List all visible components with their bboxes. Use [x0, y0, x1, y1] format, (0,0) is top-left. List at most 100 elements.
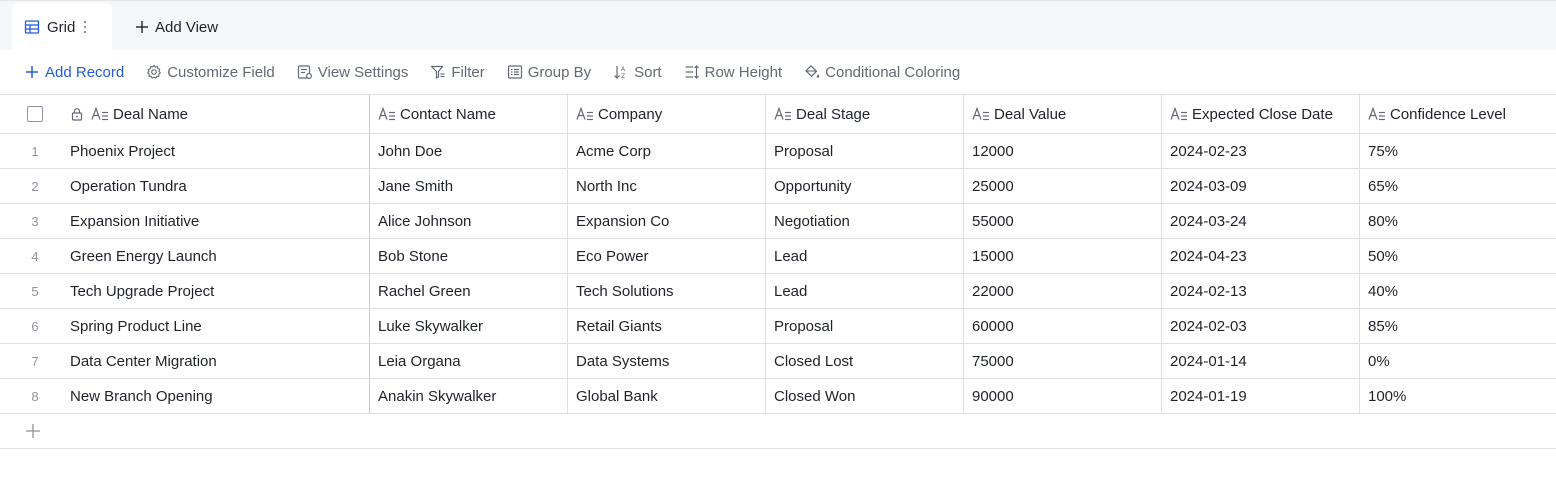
text-field-icon	[91, 106, 109, 122]
column-header-contact-name[interactable]: Contact Name	[370, 95, 568, 133]
column-header-label: Confidence Level	[1390, 105, 1506, 123]
cell-deal-value[interactable]: 15000	[964, 239, 1162, 273]
cell-expected-close-date[interactable]: 2024-04-23	[1162, 239, 1360, 273]
text-field-icon	[774, 106, 792, 122]
table-row[interactable]: 5 Tech Upgrade Project Rachel Green Tech So…	[0, 274, 1556, 309]
cell-deal-value[interactable]: 12000	[964, 134, 1162, 168]
cell-deal-stage[interactable]: Lead	[766, 239, 964, 273]
filter-label: Filter	[451, 63, 485, 81]
cell-contact-name[interactable]: Bob Stone	[370, 239, 568, 273]
cell-deal-value[interactable]: 75000	[964, 344, 1162, 378]
cell-contact-name[interactable]: Anakin Skywalker	[370, 379, 568, 413]
cell-deal-value[interactable]: 90000	[964, 379, 1162, 413]
cell-deal-stage[interactable]: Negotiation	[766, 204, 964, 238]
cell-company[interactable]: North Inc	[568, 169, 766, 203]
column-header-label: Contact Name	[400, 105, 496, 123]
cell-deal-value[interactable]: 60000	[964, 309, 1162, 343]
table-row[interactable]: 4 Green Energy Launch Bob Stone Eco Power Le…	[0, 239, 1556, 274]
table-row[interactable]: 7 Data Center Migration Leia Organa Data Sy…	[0, 344, 1556, 379]
table-row[interactable]: 3 Expansion Initiative Alice Johnson Expans…	[0, 204, 1556, 239]
cell-deal-value[interactable]: 22000	[964, 274, 1162, 308]
cell-deal-value[interactable]: 55000	[964, 204, 1162, 238]
table-row[interactable]: 2 Operation Tundra Jane Smith North Inc Oppo…	[0, 169, 1556, 204]
cell-expected-close-date[interactable]: 2024-03-24	[1162, 204, 1360, 238]
column-header-deal-stage[interactable]: Deal Stage	[766, 95, 964, 133]
plus-icon	[24, 64, 40, 80]
view-tab-grid[interactable]: Grid	[12, 3, 112, 51]
group-by-button[interactable]: Group By	[507, 58, 591, 86]
cell-confidence-level[interactable]: 80%	[1360, 204, 1556, 238]
cell-deal-stage[interactable]: Closed Won	[766, 379, 964, 413]
select-all-cell	[0, 95, 70, 133]
cell-deal-name[interactable]: Phoenix Project	[70, 134, 370, 168]
cell-deal-stage[interactable]: Proposal	[766, 309, 964, 343]
filter-icon	[430, 64, 446, 80]
cell-company[interactable]: Tech Solutions	[568, 274, 766, 308]
row-index: 8	[31, 388, 39, 404]
cell-contact-name[interactable]: Alice Johnson	[370, 204, 568, 238]
conditional-coloring-button[interactable]: Conditional Coloring	[804, 58, 960, 86]
column-header-expected-close-date[interactable]: Expected Close Date	[1162, 95, 1360, 133]
cell-contact-name[interactable]: Luke Skywalker	[370, 309, 568, 343]
cell-deal-stage[interactable]: Opportunity	[766, 169, 964, 203]
filter-button[interactable]: Filter	[430, 58, 485, 86]
cell-deal-name[interactable]: New Branch Opening	[70, 379, 370, 413]
cell-confidence-level[interactable]: 50%	[1360, 239, 1556, 273]
table-row[interactable]: 8 New Branch Opening Anakin Skywalker Globa…	[0, 379, 1556, 414]
select-all-checkbox[interactable]	[27, 106, 43, 122]
column-header-label: Company	[598, 105, 663, 123]
column-header-company[interactable]: Company	[568, 95, 766, 133]
column-header-deal-value[interactable]: Deal Value	[964, 95, 1162, 133]
column-header-confidence-level[interactable]: Confidence Level	[1360, 95, 1556, 133]
cell-deal-name[interactable]: Tech Upgrade Project	[70, 274, 370, 308]
cell-company[interactable]: Retail Giants	[568, 309, 766, 343]
sort-button[interactable]: AZ Sort	[613, 58, 662, 86]
table-row[interactable]: 1 Phoenix Project John Doe Acme Corp Proposa…	[0, 134, 1556, 169]
toolbar: Add Record Customize Field View Settings…	[0, 50, 1556, 94]
cell-expected-close-date[interactable]: 2024-02-13	[1162, 274, 1360, 308]
cell-confidence-level[interactable]: 75%	[1360, 134, 1556, 168]
cell-company[interactable]: Global Bank	[568, 379, 766, 413]
row-height-button[interactable]: Row Height	[684, 58, 782, 86]
add-record-button[interactable]: Add Record	[24, 58, 124, 86]
column-header-deal-name[interactable]: Deal Name	[70, 95, 370, 133]
cell-contact-name[interactable]: Jane Smith	[370, 169, 568, 203]
add-view-button[interactable]: Add View	[134, 15, 218, 39]
cell-confidence-level[interactable]: 0%	[1360, 344, 1556, 378]
cell-confidence-level[interactable]: 65%	[1360, 169, 1556, 203]
cell-confidence-level[interactable]: 100%	[1360, 379, 1556, 413]
cell-company[interactable]: Eco Power	[568, 239, 766, 273]
more-vertical-icon[interactable]	[83, 20, 87, 34]
plus-icon	[134, 19, 150, 35]
cell-expected-close-date[interactable]: 2024-03-09	[1162, 169, 1360, 203]
cell-deal-stage[interactable]: Proposal	[766, 134, 964, 168]
cell-expected-close-date[interactable]: 2024-02-03	[1162, 309, 1360, 343]
cell-expected-close-date[interactable]: 2024-01-19	[1162, 379, 1360, 413]
cell-deal-name[interactable]: Green Energy Launch	[70, 239, 370, 273]
customize-field-label: Customize Field	[167, 63, 275, 81]
add-row-button[interactable]	[0, 414, 1556, 449]
view-settings-icon	[297, 64, 313, 80]
cell-contact-name[interactable]: John Doe	[370, 134, 568, 168]
customize-field-button[interactable]: Customize Field	[146, 58, 275, 86]
cell-confidence-level[interactable]: 40%	[1360, 274, 1556, 308]
row-index: 3	[31, 213, 39, 229]
view-settings-button[interactable]: View Settings	[297, 58, 408, 86]
cell-expected-close-date[interactable]: 2024-02-23	[1162, 134, 1360, 168]
cell-deal-stage[interactable]: Closed Lost	[766, 344, 964, 378]
text-field-icon	[1368, 106, 1386, 122]
cell-company[interactable]: Expansion Co	[568, 204, 766, 238]
cell-contact-name[interactable]: Rachel Green	[370, 274, 568, 308]
cell-deal-name[interactable]: Expansion Initiative	[70, 204, 370, 238]
cell-deal-name[interactable]: Operation Tundra	[70, 169, 370, 203]
cell-confidence-level[interactable]: 85%	[1360, 309, 1556, 343]
cell-deal-name[interactable]: Data Center Migration	[70, 344, 370, 378]
cell-deal-stage[interactable]: Lead	[766, 274, 964, 308]
cell-contact-name[interactable]: Leia Organa	[370, 344, 568, 378]
cell-company[interactable]: Acme Corp	[568, 134, 766, 168]
table-row[interactable]: 6 Spring Product Line Luke Skywalker Retail…	[0, 309, 1556, 344]
cell-deal-value[interactable]: 25000	[964, 169, 1162, 203]
cell-deal-name[interactable]: Spring Product Line	[70, 309, 370, 343]
cell-company[interactable]: Data Systems	[568, 344, 766, 378]
cell-expected-close-date[interactable]: 2024-01-14	[1162, 344, 1360, 378]
